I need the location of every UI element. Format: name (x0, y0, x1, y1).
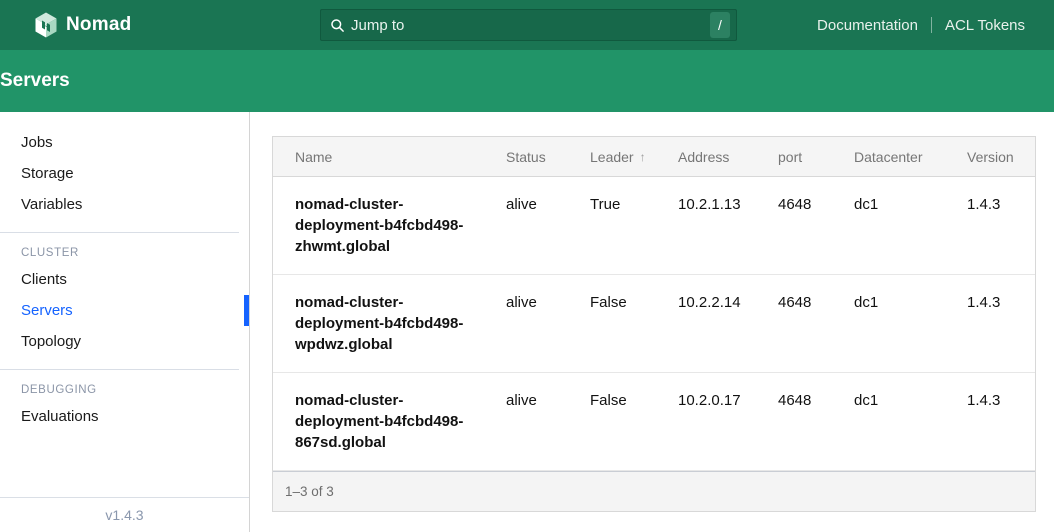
top-navbar: Nomad Jump to / Documentation ACL Tokens (0, 0, 1054, 50)
server-name[interactable]: nomad-cluster-deployment-b4fcbd498-867sd… (295, 390, 475, 453)
server-version: 1.4.3 (967, 194, 1035, 215)
app-title: Nomad (66, 14, 131, 36)
sidebar-item-variables[interactable]: Variables (0, 189, 249, 220)
nomad-logo-icon (34, 12, 58, 38)
sidebar-item-servers[interactable]: Servers (0, 295, 249, 326)
keyboard-shortcut-badge: / (710, 12, 730, 38)
server-datacenter: dc1 (854, 194, 967, 215)
server-address: 10.2.2.14 (678, 292, 778, 313)
sidebar-version: v1.4.3 (0, 497, 249, 532)
sidebar-section-cluster: CLUSTER (0, 242, 249, 264)
sidebar-item-jobs[interactable]: Jobs (0, 127, 249, 158)
table-row[interactable]: nomad-cluster-deployment-b4fcbd498-wpdwz… (273, 275, 1035, 373)
column-header-version[interactable]: Version (967, 149, 1035, 165)
pagination-range: 1–3 of 3 (285, 484, 334, 499)
server-datacenter: dc1 (854, 390, 967, 411)
table-header-row: Name Status Leader ↑ Address port Datace… (273, 137, 1035, 177)
sidebar-item-evaluations[interactable]: Evaluations (0, 401, 249, 432)
sort-ascending-icon: ↑ (640, 150, 646, 164)
search-placeholder: Jump to (351, 17, 710, 34)
sidebar-divider (0, 232, 239, 233)
table-row[interactable]: nomad-cluster-deployment-b4fcbd498-zhwmt… (273, 177, 1035, 275)
page-header-bar: Servers (0, 50, 1054, 112)
server-port: 4648 (778, 194, 854, 215)
page-title: Servers (0, 70, 70, 92)
table-row[interactable]: nomad-cluster-deployment-b4fcbd498-867sd… (273, 373, 1035, 471)
server-leader: False (590, 390, 678, 411)
sidebar: Jobs Storage Variables CLUSTER Clients S… (0, 112, 250, 532)
topnav-links: Documentation ACL Tokens (817, 17, 1025, 34)
column-header-leader[interactable]: Leader ↑ (590, 149, 678, 165)
acl-tokens-link[interactable]: ACL Tokens (945, 17, 1025, 34)
server-port: 4648 (778, 390, 854, 411)
sidebar-item-storage[interactable]: Storage (0, 158, 249, 189)
sidebar-item-topology[interactable]: Topology (0, 326, 249, 357)
server-name[interactable]: nomad-cluster-deployment-b4fcbd498-zhwmt… (295, 194, 475, 257)
sidebar-item-clients[interactable]: Clients (0, 264, 249, 295)
search-icon (330, 18, 345, 33)
column-header-name[interactable]: Name (295, 149, 506, 165)
column-header-leader-label: Leader (590, 149, 634, 165)
jump-to-search-input[interactable]: Jump to / (320, 9, 737, 41)
column-header-port[interactable]: port (778, 149, 854, 165)
server-version: 1.4.3 (967, 292, 1035, 313)
server-port: 4648 (778, 292, 854, 313)
server-datacenter: dc1 (854, 292, 967, 313)
server-name[interactable]: nomad-cluster-deployment-b4fcbd498-wpdwz… (295, 292, 475, 355)
server-leader: False (590, 292, 678, 313)
server-leader: True (590, 194, 678, 215)
documentation-link[interactable]: Documentation (817, 17, 918, 34)
servers-table: Name Status Leader ↑ Address port Datace… (272, 136, 1036, 512)
main-content: Name Status Leader ↑ Address port Datace… (250, 112, 1054, 532)
server-status: alive (506, 194, 590, 215)
pagination-bar: 1–3 of 3 (273, 471, 1035, 511)
column-header-datacenter[interactable]: Datacenter (854, 149, 967, 165)
server-address: 10.2.0.17 (678, 390, 778, 411)
server-address: 10.2.1.13 (678, 194, 778, 215)
column-header-status[interactable]: Status (506, 149, 590, 165)
brand[interactable]: Nomad (34, 12, 131, 38)
link-separator (931, 17, 932, 33)
column-header-address[interactable]: Address (678, 149, 778, 165)
sidebar-divider (0, 369, 239, 370)
server-version: 1.4.3 (967, 390, 1035, 411)
sidebar-section-debugging: DEBUGGING (0, 379, 249, 401)
server-status: alive (506, 292, 590, 313)
server-status: alive (506, 390, 590, 411)
